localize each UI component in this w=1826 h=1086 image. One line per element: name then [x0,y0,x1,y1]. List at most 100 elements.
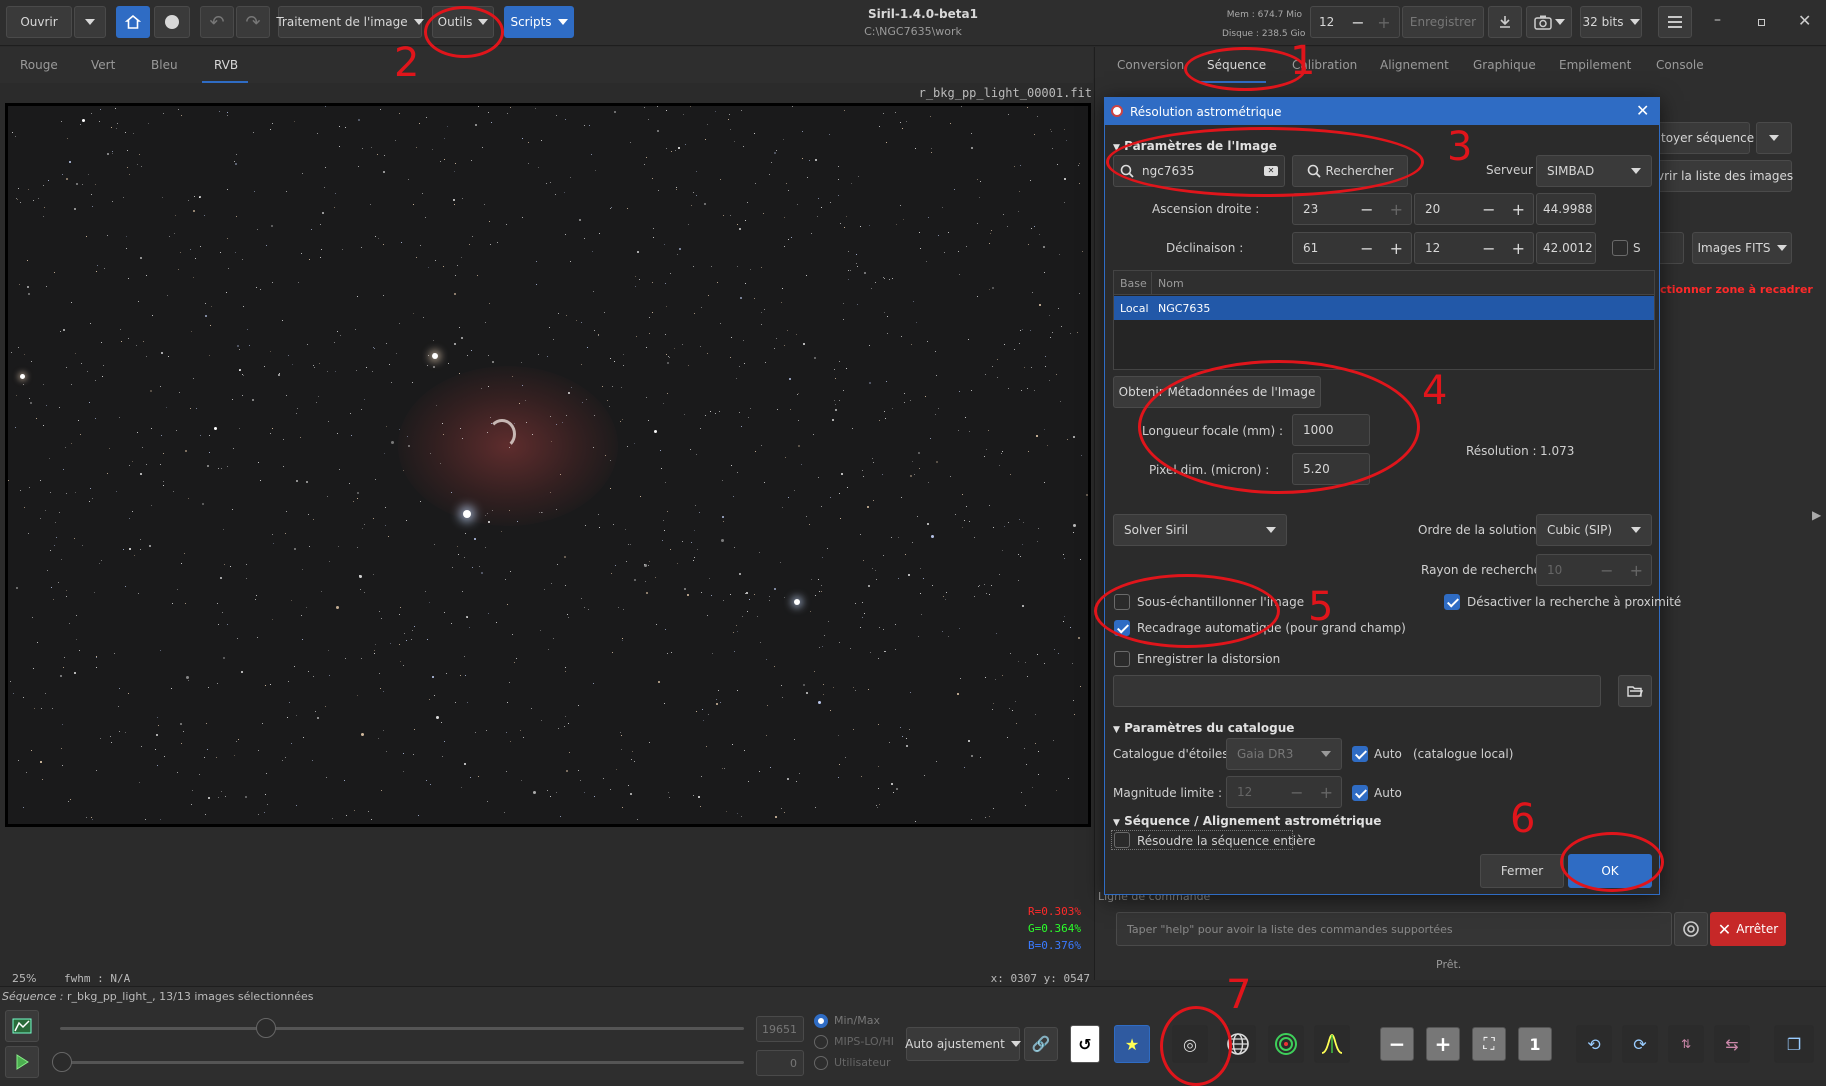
false-color-button[interactable]: ★ [1114,1025,1150,1063]
tab-stacking[interactable]: Empilement [1559,58,1631,72]
disable-near-search-checkbox[interactable] [1444,594,1460,610]
redo-button[interactable]: ↷ [236,6,270,38]
target-button[interactable] [1268,1025,1304,1063]
dec-minutes-field[interactable]: 12− + [1414,232,1534,264]
dialog-close-icon[interactable]: ✕ [1636,101,1649,120]
threads-field[interactable]: 12− + [1310,6,1400,38]
minus-icon[interactable]: − [1352,239,1381,258]
plus-icon[interactable]: + [1622,561,1651,580]
low-slider-handle[interactable] [52,1052,72,1072]
radio-user[interactable] [814,1056,828,1070]
high-slider-track[interactable] [60,1027,744,1030]
tab-rgb[interactable]: RVB [214,58,238,72]
ra-hours-field[interactable]: 23− + [1292,193,1412,225]
display-mode-button[interactable]: ❐ [1774,1025,1814,1063]
rotate-left-button[interactable]: ⟲ [1576,1025,1612,1063]
tab-red[interactable]: Rouge [20,58,58,72]
minus-icon[interactable]: − [1592,561,1621,580]
open-button[interactable]: Ouvrir [6,6,72,38]
dec-seconds-field[interactable]: 42.0012 [1536,232,1596,264]
open-image-list-button[interactable]: vrir la liste des images [1648,160,1793,192]
close-window-icon[interactable]: ✕ [1798,11,1811,30]
minimize-icon[interactable]: – [1714,12,1721,28]
home-button[interactable] [116,6,150,38]
solve-sequence-checkbox[interactable] [1114,832,1130,848]
link-button[interactable]: 🔗 [1024,1027,1058,1061]
plus-icon[interactable]: + [1312,783,1341,802]
minus-icon[interactable]: − [1474,239,1503,258]
live-stack-button[interactable] [154,6,190,38]
mag-limit-field[interactable]: 12− + [1226,776,1342,808]
high-slider-handle[interactable] [256,1018,276,1038]
plus-icon[interactable]: + [1371,13,1397,32]
tab-plot[interactable]: Graphique [1473,58,1536,72]
mag-auto-checkbox[interactable] [1352,785,1368,801]
radio-minmax[interactable] [814,1014,828,1028]
distortion-file-input[interactable] [1113,675,1601,707]
dec-degrees-field[interactable]: 61− + [1292,232,1412,264]
ra-seconds-field[interactable]: 44.9988 [1536,193,1596,225]
catalog-auto-checkbox[interactable] [1352,746,1368,762]
plus-icon[interactable]: + [1504,200,1533,219]
save-distortion-checkbox[interactable] [1114,651,1130,667]
plus-icon[interactable]: + [1382,200,1411,219]
zoom-one-button[interactable]: 1 [1518,1027,1552,1061]
tab-blue[interactable]: Bleu [151,58,178,72]
bit-depth-menu[interactable]: 32 bits [1580,6,1642,38]
mirror-y-button[interactable]: ⇆ [1714,1025,1750,1063]
col-base-header[interactable]: Base [1120,277,1147,290]
fits-images-menu[interactable]: Images FITS [1692,232,1792,264]
solver-select[interactable]: Solver Siril [1113,514,1287,546]
tab-console[interactable]: Console [1656,58,1704,72]
close-dialog-button[interactable]: Fermer [1480,854,1564,888]
ra-minutes-field[interactable]: 20− + [1414,193,1534,225]
minus-icon[interactable]: − [1474,200,1503,219]
section-seq-params[interactable]: ▼ Séquence / Alignement astrométrique [1113,814,1381,828]
snapshot-button[interactable] [1526,6,1572,38]
browse-folder-button[interactable] [1618,675,1652,707]
undo-button[interactable]: ↶ [200,6,234,38]
clean-sequence-button[interactable]: toyer séquence [1648,122,1754,154]
plus-icon[interactable]: + [1504,239,1533,258]
command-help-button[interactable] [1674,912,1708,946]
section-catalog-params[interactable]: ▼ Paramètres du catalogue [1113,721,1294,735]
tab-conversion[interactable]: Conversion [1117,58,1184,72]
image-canvas[interactable] [5,103,1091,827]
solution-order-select[interactable]: Cubic (SIP) [1536,514,1652,546]
mirror-x-button[interactable]: ⇅ [1668,1025,1704,1063]
save-as-button[interactable] [1488,6,1522,38]
negative-view-button[interactable]: ↺ [1070,1025,1100,1063]
minus-icon[interactable]: − [1352,200,1381,219]
south-checkbox[interactable] [1612,240,1628,256]
plus-icon[interactable]: + [1382,239,1411,258]
high-value-field[interactable]: 19651 [756,1016,804,1042]
search-radius-field[interactable]: 10− + [1536,554,1652,586]
low-slider-track[interactable] [60,1061,744,1064]
rotate-right-button[interactable]: ⟳ [1622,1025,1658,1063]
minus-icon[interactable]: − [1282,783,1311,802]
maximize-icon[interactable] [1758,19,1765,26]
open-recent-button[interactable] [74,6,106,38]
low-value-field[interactable]: 0 [756,1050,804,1076]
stretch-menu[interactable]: Auto ajustement [905,1027,1021,1061]
color-balance-button[interactable] [5,1046,39,1078]
clean-sequence-menu[interactable] [1756,122,1792,154]
scripts-menu[interactable]: Scripts [504,6,574,38]
expand-arrow-icon[interactable]: ▶ [1812,508,1821,522]
tab-green[interactable]: Vert [91,58,115,72]
histogram-button[interactable] [5,1010,39,1042]
tab-registration[interactable]: Alignement [1380,58,1449,72]
psf-button[interactable] [1314,1025,1350,1063]
main-menu-button[interactable] [1658,6,1692,38]
radio-mips[interactable] [814,1035,828,1049]
star-catalog-select[interactable]: Gaia DR3 [1226,738,1342,770]
zoom-in-button[interactable]: + [1426,1027,1460,1061]
zoom-out-button[interactable]: − [1380,1027,1414,1061]
server-select[interactable]: SIMBAD [1536,155,1652,187]
minus-icon[interactable]: − [1345,13,1371,32]
col-name-header[interactable]: Nom [1158,277,1184,290]
stop-button[interactable]: ✕ Arrêter [1710,912,1786,946]
processing-menu[interactable]: Traitement de l'image [276,6,424,38]
save-button[interactable]: Enregistrer [1402,6,1484,38]
zoom-fit-button[interactable]: ⛶ [1472,1027,1506,1061]
